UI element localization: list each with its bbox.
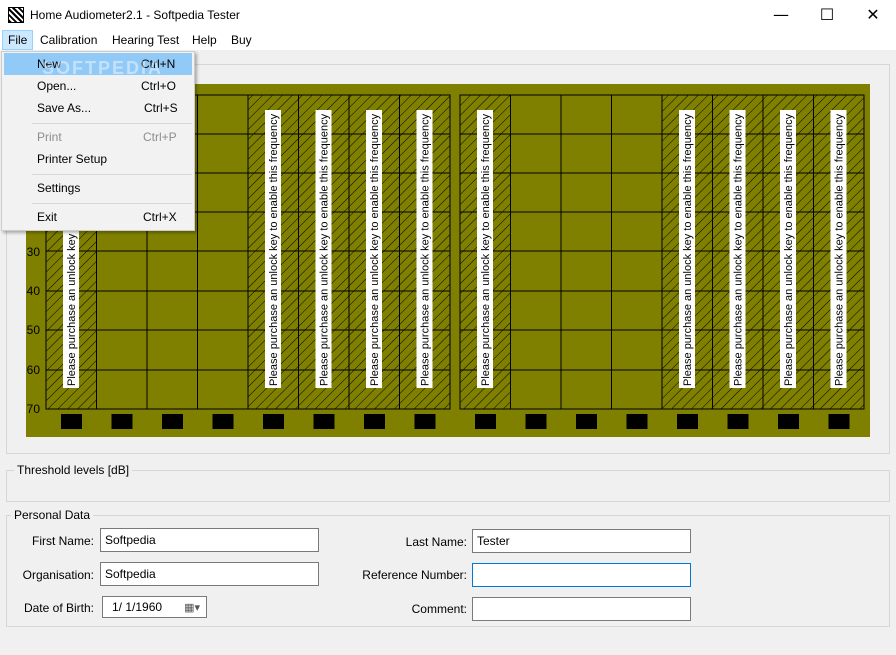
frequency-marker — [414, 414, 436, 429]
y-tick-label: 60 — [27, 363, 41, 377]
locked-frequency-message: Please purchase an unlock key to enable … — [733, 113, 745, 386]
comment-field[interactable] — [472, 597, 691, 621]
close-button[interactable]: ✕ — [850, 0, 896, 30]
menu-open-shortcut: Ctrl+O — [141, 79, 177, 93]
frequency-marker — [828, 414, 850, 429]
y-tick-label: 30 — [27, 245, 41, 259]
frequency-marker — [475, 414, 496, 429]
threshold-group — [6, 470, 890, 502]
menu-open[interactable]: Open... Ctrl+O — [4, 75, 192, 97]
app-icon — [8, 7, 24, 23]
reference-number-label: Reference Number: — [362, 568, 467, 582]
menu-separator — [32, 203, 192, 204]
maximize-button[interactable]: ☐ — [804, 0, 850, 30]
locked-frequency-message: Please purchase an unlock key to enable … — [834, 113, 846, 386]
frequency-marker — [677, 414, 698, 429]
menu-calibration[interactable]: Calibration — [35, 30, 102, 50]
last-name-field[interactable] — [472, 529, 691, 553]
locked-frequency-message: Please purchase an unlock key to enable … — [480, 113, 492, 386]
frequency-marker — [626, 414, 648, 429]
frequency-marker — [364, 414, 385, 429]
frequency-marker — [61, 414, 82, 429]
menu-save-as-shortcut: Ctrl+S — [144, 101, 178, 115]
personal-data-label: Personal Data — [11, 508, 94, 522]
y-tick-label: 40 — [27, 284, 41, 298]
calendar-dropdown-icon[interactable]: ▦▾ — [184, 601, 200, 614]
locked-frequency-message: Please purchase an unlock key to enable … — [319, 113, 331, 386]
locked-frequency-message: Please purchase an unlock key to enable … — [682, 113, 694, 386]
frequency-marker — [525, 414, 547, 429]
menu-separator — [32, 174, 192, 175]
locked-frequency-message: Please purchase an unlock key to enable … — [369, 113, 381, 386]
frequency-marker — [576, 414, 597, 429]
frequency-marker — [727, 414, 749, 429]
menu-hearing-test[interactable]: Hearing Test — [107, 30, 184, 50]
threshold-label: Threshold levels [dB] — [14, 463, 133, 477]
menu-print-label: Print — [37, 130, 62, 144]
title-bar: Home Audiometer2.1 - Softpedia Tester — … — [0, 0, 896, 30]
menu-exit-shortcut: Ctrl+X — [143, 210, 177, 224]
locked-frequency-message: Please purchase an unlock key to enable … — [268, 113, 280, 386]
menu-print[interactable]: Print Ctrl+P — [4, 126, 192, 148]
reference-number-field[interactable] — [472, 563, 691, 587]
locked-frequency-message: Please purchase an unlock key to enable … — [783, 113, 795, 386]
menu-help[interactable]: Help — [187, 30, 222, 50]
frequency-marker — [263, 414, 284, 429]
comment-label: Comment: — [411, 602, 467, 616]
dob-value: 1/ 1/1960 — [112, 600, 163, 614]
menu-printer-setup-label: Printer Setup — [37, 152, 108, 166]
frequency-marker — [778, 414, 799, 429]
y-tick-label: 70 — [27, 402, 41, 416]
minimize-button[interactable]: — — [758, 0, 804, 30]
first-name-label: First Name: — [31, 534, 94, 548]
frequency-marker — [111, 414, 133, 429]
dob-picker[interactable]: 1/ 1/1960 ▦▾ — [102, 596, 207, 618]
menu-bar: File Calibration Hearing Test Help Buy — [0, 30, 896, 50]
frequency-marker — [212, 414, 234, 429]
first-name-field[interactable] — [100, 528, 319, 552]
organisation-label: Organisation: — [22, 568, 94, 582]
menu-print-shortcut: Ctrl+P — [143, 130, 177, 144]
menu-settings-label: Settings — [37, 181, 81, 195]
menu-file[interactable]: File — [2, 30, 34, 50]
dob-label: Date of Birth: — [23, 601, 94, 615]
menu-separator — [32, 123, 192, 124]
organisation-field[interactable] — [100, 562, 319, 586]
locked-frequency-message: Please purchase an unlock key to enable … — [420, 113, 432, 386]
menu-save-as[interactable]: Save As... Ctrl+S — [4, 97, 192, 119]
menu-buy[interactable]: Buy — [226, 30, 257, 50]
frequency-marker — [313, 414, 335, 429]
window-title: Home Audiometer2.1 - Softpedia Tester — [30, 8, 240, 22]
menu-settings[interactable]: Settings — [4, 177, 192, 199]
last-name-label: Last Name: — [405, 535, 467, 549]
y-tick-label: 50 — [27, 323, 41, 337]
menu-exit-label: Exit — [37, 210, 58, 224]
menu-save-as-label: Save As... — [37, 101, 92, 115]
frequency-marker — [162, 414, 183, 429]
menu-printer-setup[interactable]: Printer Setup — [4, 148, 192, 170]
file-menu-dropdown: New Ctrl+N SOFTPEDIA Open... Ctrl+O Save… — [1, 51, 195, 231]
menu-open-label: Open... — [37, 79, 77, 93]
menu-exit[interactable]: Exit Ctrl+X — [4, 206, 192, 228]
